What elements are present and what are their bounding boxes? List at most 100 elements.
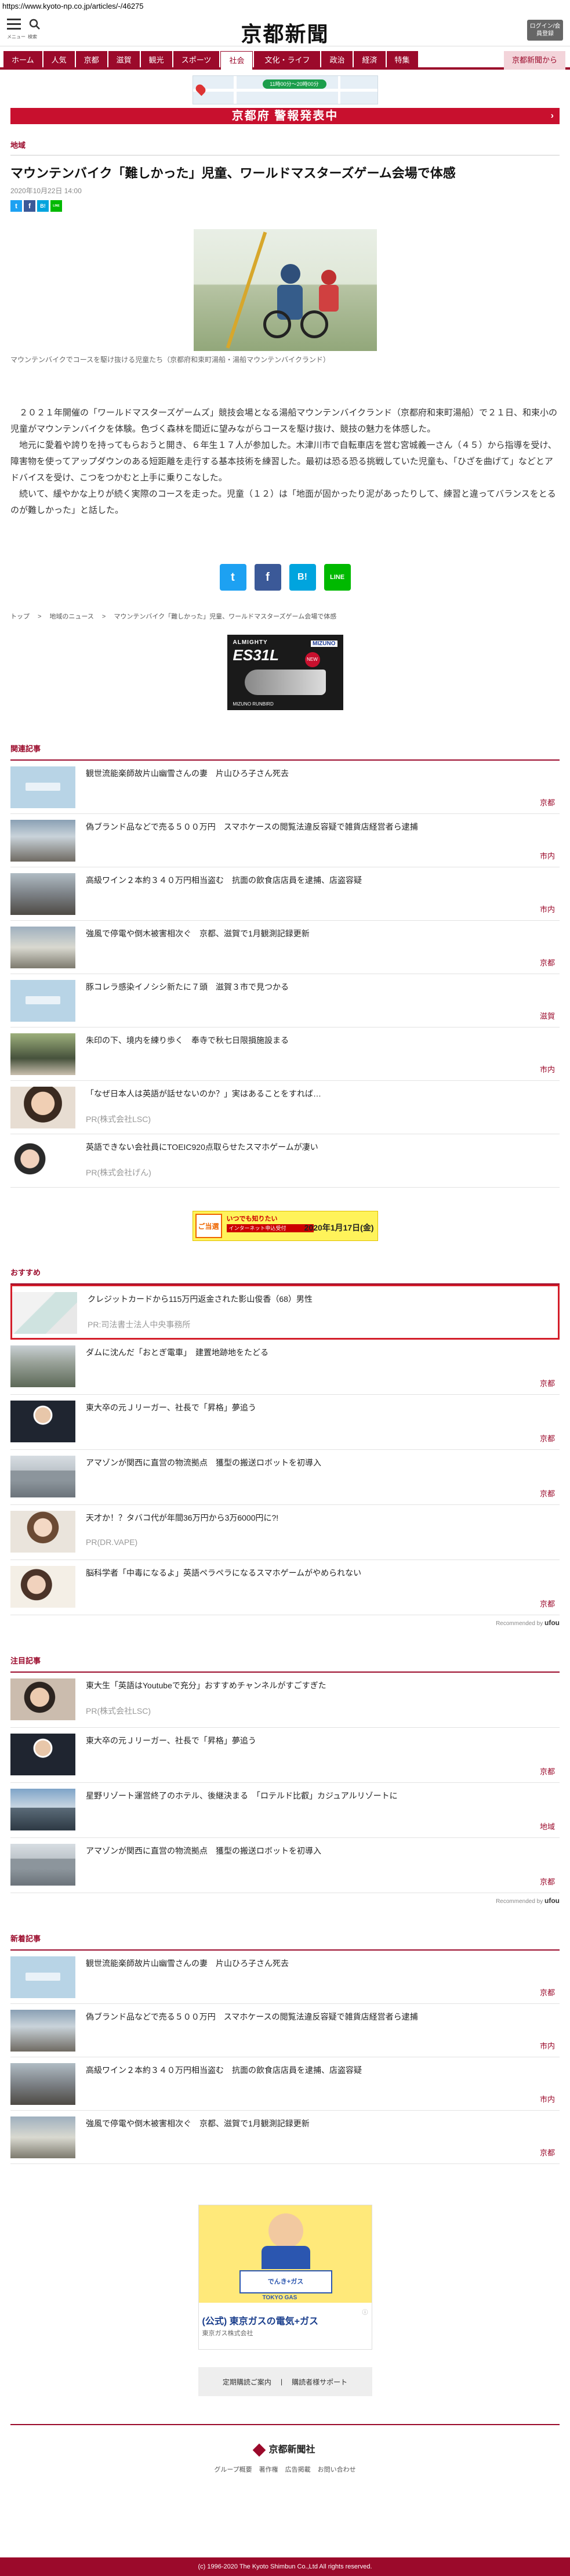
- item-category-tag[interactable]: 京都: [540, 797, 555, 808]
- nav-item[interactable]: 京都新聞から: [503, 51, 565, 70]
- item-title[interactable]: 「なぜ日本人は英語が話せないのか？」実はあることをすれば…: [86, 1088, 555, 1099]
- item-category-tag[interactable]: 京都: [540, 1598, 555, 1609]
- facebook-share-icon[interactable]: f: [24, 200, 35, 212]
- list-item[interactable]: 観世流能楽師故片山幽雪さんの妻 片山ひろ子さん死去京都: [10, 1951, 560, 2004]
- hatena-share-icon[interactable]: B!: [289, 564, 316, 591]
- list-item[interactable]: アマゾンが関西に直営の物流拠点 獲型の搬送ロボットを初導入 京都: [10, 1838, 560, 1893]
- thumbnail-image[interactable]: [10, 1140, 75, 1182]
- item-title[interactable]: 東大卒の元Ｊリーガー、社長で「昇格」夢追う: [86, 1735, 555, 1746]
- item-title[interactable]: 観世流能楽師故片山幽雪さんの妻 片山ひろ子さん死去: [86, 1958, 555, 1969]
- item-category-tag[interactable]: 地域: [540, 1821, 555, 1832]
- site-logo[interactable]: 京都新聞: [0, 17, 570, 48]
- thumbnail-image[interactable]: [10, 1033, 75, 1075]
- thumbnail-image[interactable]: [10, 1456, 75, 1497]
- item-title[interactable]: 高級ワイン２本約３４０万円相当盗む 抗面の飲食店店員を逮捕、店盗容疑: [86, 874, 555, 886]
- item-category-tag[interactable]: 市内: [540, 903, 555, 914]
- footer-nav-link[interactable]: 著作権: [259, 2466, 278, 2473]
- thumbnail-image[interactable]: [10, 1345, 75, 1387]
- item-category-tag[interactable]: 京都: [540, 1432, 555, 1443]
- nav-item[interactable]: 観光: [140, 51, 172, 70]
- thumbnail-image[interactable]: [10, 1401, 75, 1442]
- list-item[interactable]: 高級ワイン２本約３４０万円相当盗む 抗面の飲食店店員を逮捕、店盗容疑市内: [10, 867, 560, 921]
- thumbnail-image[interactable]: [10, 1734, 75, 1775]
- footer-nav-link[interactable]: 広告掲載: [285, 2466, 311, 2473]
- nav-item[interactable]: 社会: [220, 51, 253, 70]
- list-item[interactable]: 豚コレラ感染イノシシ新たに７頭 滋賀３市で見つかる 滋賀: [10, 974, 560, 1027]
- article-category[interactable]: 地域: [10, 139, 560, 155]
- item-title[interactable]: 星野リゾート運営終了のホテル、後継決まる 「ロテルド比叡」カジュアルリゾートに: [86, 1790, 555, 1801]
- list-item[interactable]: 高級ワイン２本約３４０万円相当盗む 抗面の飲食店店員を逮捕、店盗容疑市内: [10, 2057, 560, 2111]
- list-item[interactable]: 「なぜ日本人は英語が話せないのか？」実はあることをすれば… PR(株式会社LSC): [10, 1081, 560, 1134]
- list-item[interactable]: 東大卒の元Ｊリーガー、社長で「昇格」夢追う京都: [10, 1728, 560, 1783]
- item-category-tag[interactable]: 京都: [540, 1765, 555, 1777]
- tokyo-gas-ad[interactable]: でんき+ガス TOKYO GAS (公式) 東京ガスの電気+ガス 東京ガス株式会…: [198, 2205, 372, 2350]
- item-title[interactable]: 観世流能楽師故片山幽雪さんの妻 片山ひろ子さん死去: [86, 768, 555, 779]
- item-title[interactable]: クレジットカードから115万円返金された影山俊香（68）男性: [88, 1293, 553, 1305]
- nav-item[interactable]: ホーム: [3, 51, 42, 70]
- support-link[interactable]: 購読者様サポート: [292, 2377, 347, 2387]
- item-title[interactable]: 強風で停電や倒木被害相次ぐ 京都、滋賀で1月観測記録更新: [86, 2118, 555, 2129]
- nav-item[interactable]: 滋賀: [108, 51, 140, 70]
- nav-item[interactable]: 特集: [386, 51, 418, 70]
- item-title[interactable]: 天才か！？タバコ代が年間36万円から3万6000円に?!: [86, 1512, 555, 1524]
- recommended-by[interactable]: Recommended by ufou: [10, 1619, 560, 1627]
- nav-item[interactable]: スポーツ: [173, 51, 220, 70]
- item-title[interactable]: 朱印の下、境内を練り歩く 奉寺で秋七日限損施設まる: [86, 1034, 555, 1046]
- list-item[interactable]: 東大生「英語はYoutubeで充分」おすすめチャンネルがすごすぎた PR(株式会社…: [10, 1673, 560, 1728]
- list-item[interactable]: 偽ブランド品などで売る５００万円 スマホケースの閲覧法違反容疑で雑貨店経営者ら逮…: [10, 2004, 560, 2057]
- thumbnail-image[interactable]: [10, 1087, 75, 1128]
- item-category-tag[interactable]: 京都: [540, 1377, 555, 1388]
- twitter-share-icon[interactable]: t: [219, 564, 246, 591]
- recommended-by[interactable]: Recommended by ufou: [10, 1897, 560, 1905]
- list-item[interactable]: ダムに沈んだ「おとぎ電車」 建置地跡地をたどる京都: [10, 1340, 560, 1395]
- thumbnail-image[interactable]: [10, 1789, 75, 1830]
- item-category-tag[interactable]: 京都: [540, 1488, 555, 1499]
- twitter-share-icon[interactable]: t: [10, 200, 22, 212]
- thumbnail-image[interactable]: [10, 2063, 75, 2105]
- list-item[interactable]: アマゾンが関西に直営の物流拠点 獲型の搬送ロボットを初導入 京都: [10, 1450, 560, 1505]
- item-category-tag[interactable]: 市内: [540, 1063, 555, 1074]
- footer-logo[interactable]: 京都新聞社: [0, 2441, 570, 2457]
- article-photo[interactable]: [193, 229, 377, 351]
- thumbnail-image[interactable]: [10, 2010, 75, 2052]
- nav-item[interactable]: 政治: [321, 51, 353, 70]
- line-share-icon[interactable]: LINE: [50, 200, 62, 212]
- item-category-tag[interactable]: 市内: [540, 2093, 555, 2104]
- login-button[interactable]: ログイン/会員登録: [527, 20, 563, 41]
- thumbnail-image[interactable]: [10, 1566, 75, 1608]
- item-title[interactable]: 東大卒の元Ｊリーガー、社長で「昇格」夢追う: [86, 1402, 555, 1413]
- item-title[interactable]: 高級ワイン２本約３４０万円相当盗む 抗面の飲食店店員を逮捕、店盗容疑: [86, 2064, 555, 2076]
- nav-item[interactable]: 文化・ライフ: [254, 51, 321, 70]
- thumbnail-image[interactable]: [12, 1292, 77, 1334]
- nav-item[interactable]: 人気: [43, 51, 75, 70]
- footer-nav-link[interactable]: お問い合わせ: [318, 2466, 356, 2473]
- thumbnail-image[interactable]: [10, 820, 75, 862]
- item-category-tag[interactable]: 滋賀: [540, 1010, 555, 1021]
- item-title[interactable]: ダムに沈んだ「おとぎ電車」 建置地跡地をたどる: [86, 1347, 555, 1358]
- thumbnail-image[interactable]: [10, 927, 75, 968]
- item-title[interactable]: 偽ブランド品などで売る５００万円 スマホケースの閲覧法違反容疑で雑貨店経営者ら逮…: [86, 2011, 555, 2023]
- list-item[interactable]: 偽ブランド品などで売る５００万円 スマホケースの閲覧法違反容疑で雑貨店経営者ら逮…: [10, 814, 560, 867]
- weather-alert-bar[interactable]: 京都府 警報発表中 ›: [10, 108, 560, 124]
- yellow-ad-banner[interactable]: ご当選 いつでも知りたい インターネット申込受付 2020年1月17日(金): [192, 1211, 378, 1241]
- breadcrumb-item[interactable]: 地域のニュース: [49, 613, 93, 620]
- shoe-ad[interactable]: ALMIGHTY ES31L MIZUNO NEW MIZUNO RUNBIRD: [227, 635, 343, 710]
- thumbnail-image[interactable]: [10, 1678, 75, 1720]
- hatena-share-icon[interactable]: B!: [37, 200, 49, 212]
- thumbnail-image[interactable]: [10, 2116, 75, 2158]
- breadcrumb-item[interactable]: トップ: [10, 613, 30, 620]
- item-title[interactable]: 英語できない会社員にTOEIC920点取らせたスマホゲームが凄い: [86, 1141, 555, 1153]
- list-item[interactable]: クレジットカードから115万円返金された影山俊香（68）男性 PR:司法書士法人中…: [10, 1285, 560, 1340]
- thumbnail-image[interactable]: [10, 980, 75, 1022]
- item-category-tag[interactable]: 京都: [540, 1987, 555, 1998]
- thumbnail-image[interactable]: [10, 1511, 75, 1553]
- item-title[interactable]: 強風で停電や倒木被害相次ぐ 京都、滋賀で1月観測記録更新: [86, 928, 555, 939]
- map-ad-banner[interactable]: 11時00分〜20時00分: [192, 75, 378, 104]
- list-item[interactable]: 星野リゾート運営終了のホテル、後継決まる 「ロテルド比叡」カジュアルリゾートに地…: [10, 1783, 560, 1838]
- list-item[interactable]: 脳科学者「中毒になるよ」英語ペラペラになるスマホゲームがやめられない 京都: [10, 1560, 560, 1615]
- item-category-tag[interactable]: 京都: [540, 1876, 555, 1887]
- list-item[interactable]: 英語できない会社員にTOEIC920点取らせたスマホゲームが凄い PR(株式会社げ…: [10, 1134, 560, 1188]
- item-category-tag[interactable]: 市内: [540, 2040, 555, 2051]
- browser-url[interactable]: https://www.kyoto-np.co.jp/articles/-/46…: [0, 0, 570, 14]
- thumbnail-image[interactable]: [10, 1844, 75, 1886]
